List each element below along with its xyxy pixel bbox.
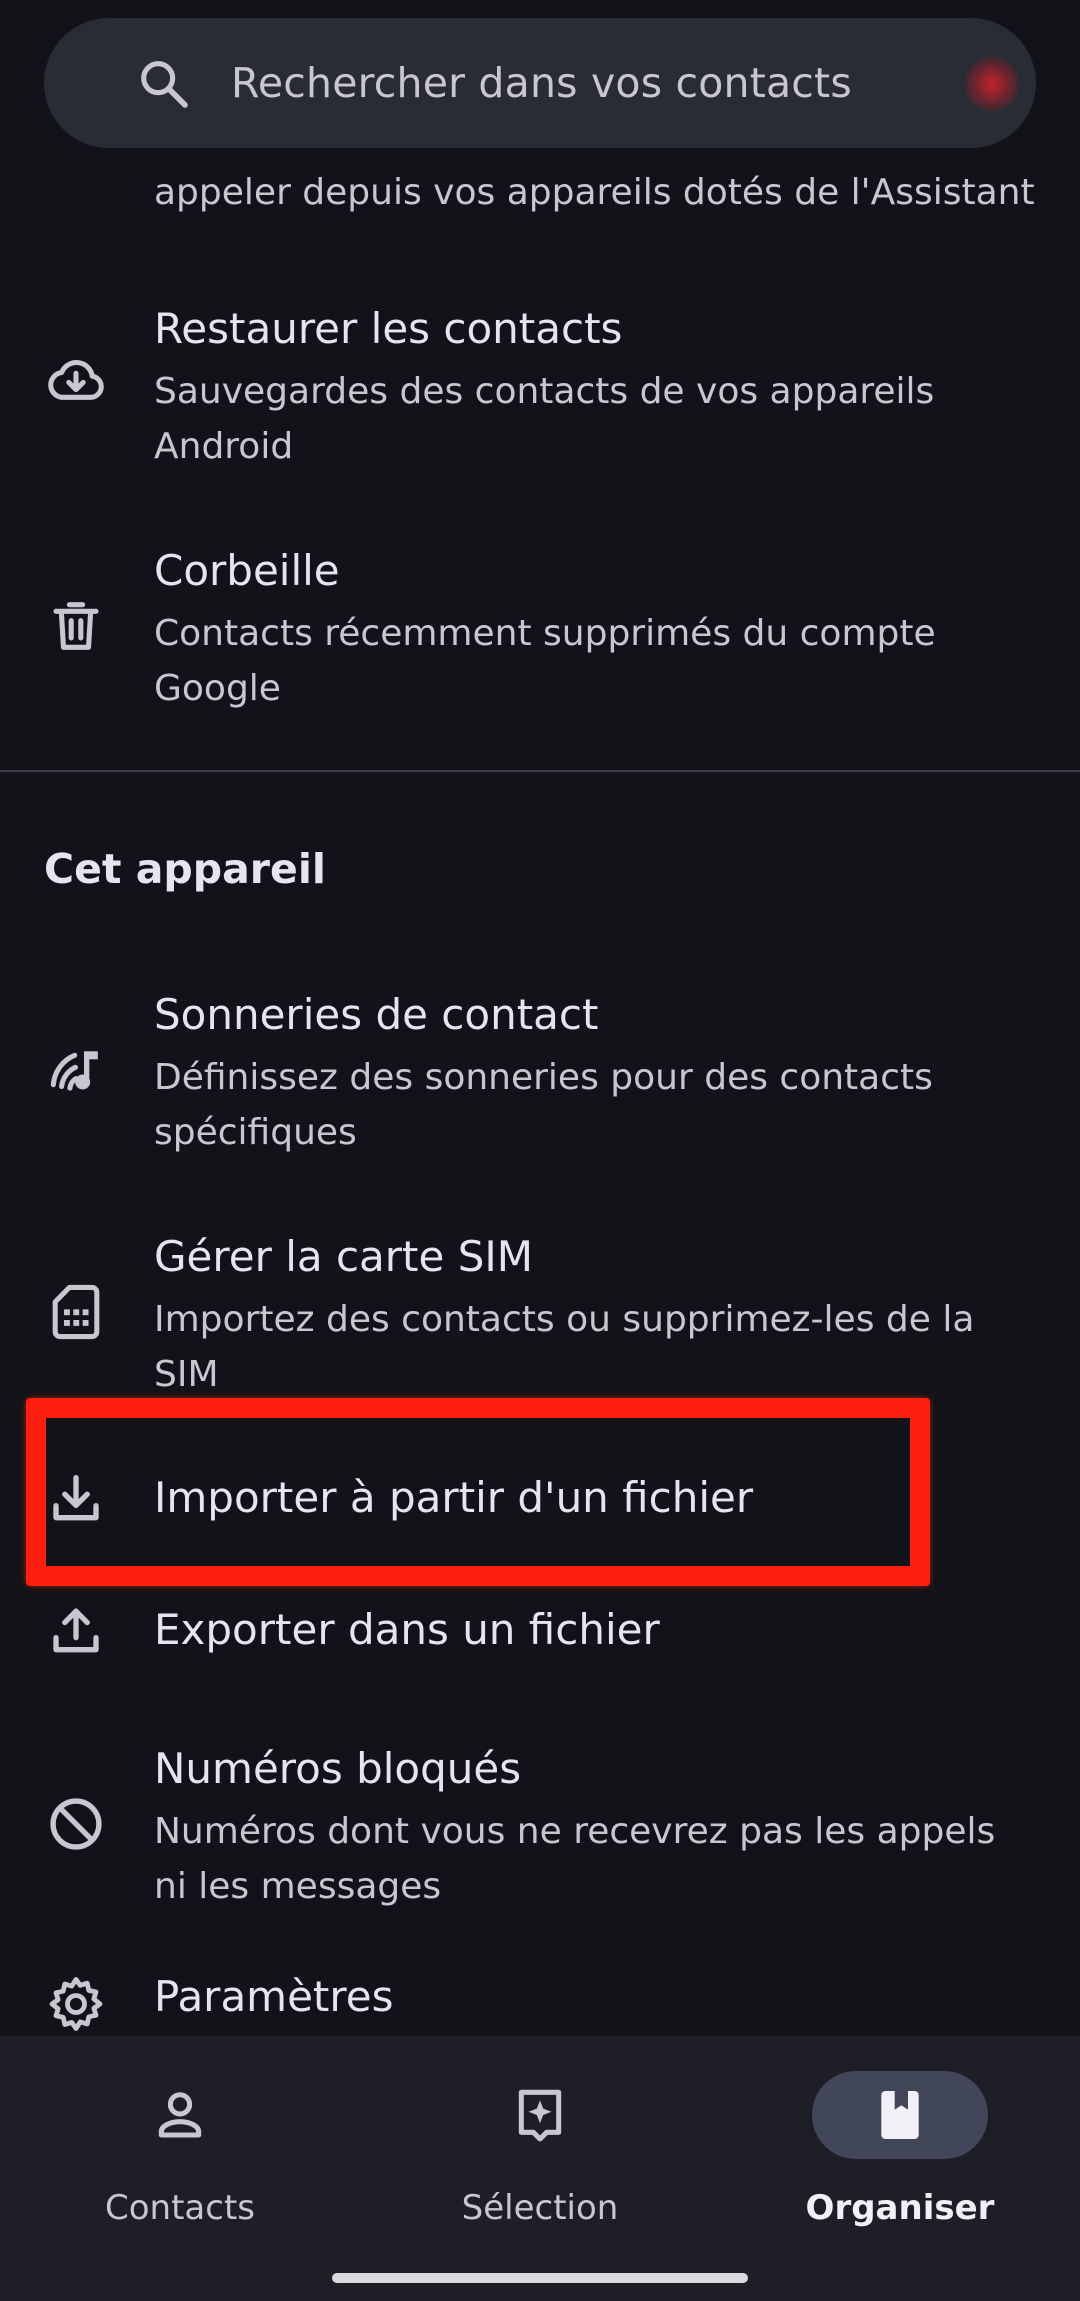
manage-sim-subtitle: Importez des contacts ou supprimez-les d… bbox=[154, 1299, 975, 1395]
nav-organise-label: Organiser bbox=[805, 2188, 995, 2228]
import-from-file-item[interactable]: Importer à partir d'un fichier bbox=[0, 1440, 1080, 1558]
cloud-download-icon bbox=[44, 348, 108, 412]
manage-sim-title: Gérer la carte SIM bbox=[154, 1232, 533, 1281]
blocked-numbers-item[interactable]: Numéros bloqués Numéros dont vous ne rec… bbox=[0, 1730, 1080, 1930]
gear-icon bbox=[44, 1972, 108, 2036]
import-from-file-title: Importer à partir d'un fichier bbox=[154, 1473, 754, 1522]
blocked-numbers-title: Numéros bloqués bbox=[154, 1744, 522, 1793]
restore-contacts-subtitle: Sauvegardes des contacts de vos appareil… bbox=[154, 371, 935, 467]
search-icon bbox=[136, 56, 192, 112]
assistant-item-subtitle[interactable]: appeler depuis vos appareils dotés de l'… bbox=[154, 172, 1035, 213]
section-divider bbox=[0, 770, 1080, 772]
nav-organise[interactable]: Organiser bbox=[720, 2036, 1080, 2236]
search-input[interactable]: Rechercher dans vos contacts bbox=[231, 18, 852, 148]
settings-title: Paramètres bbox=[154, 1972, 394, 2021]
restore-contacts-item[interactable]: Restaurer les contacts Sauvegardes des c… bbox=[0, 290, 1080, 490]
manage-sim-item[interactable]: Gérer la carte SIM Importez des contacts… bbox=[0, 1218, 1080, 1418]
section-title-device: Cet appareil bbox=[44, 845, 326, 893]
ringtone-icon bbox=[44, 1038, 108, 1102]
contact-ringtones-item[interactable]: Sonneries de contact Définissez des sonn… bbox=[0, 976, 1080, 1176]
nav-selection-label: Sélection bbox=[461, 2188, 619, 2228]
person-icon bbox=[148, 2083, 212, 2147]
trash-title: Corbeille bbox=[154, 546, 340, 595]
home-indicator[interactable] bbox=[332, 2273, 748, 2283]
organise-screen: Rechercher dans vos contacts appeler dep… bbox=[0, 0, 1080, 2301]
settings-item[interactable]: Paramètres bbox=[0, 1972, 1080, 2036]
contact-ringtones-subtitle: Définissez des sonneries pour des contac… bbox=[154, 1057, 933, 1153]
trash-icon bbox=[44, 594, 108, 658]
download-icon bbox=[44, 1467, 108, 1531]
export-to-file-item[interactable]: Exporter dans un fichier bbox=[0, 1572, 1080, 1690]
bottom-navigation: Contacts Sélection Organiser bbox=[0, 2036, 1080, 2301]
sparkle-bookmark-icon bbox=[508, 2083, 572, 2147]
upload-icon bbox=[44, 1599, 108, 1663]
export-to-file-title: Exporter dans un fichier bbox=[154, 1605, 660, 1654]
restore-contacts-title: Restaurer les contacts bbox=[154, 304, 623, 353]
account-avatar[interactable] bbox=[964, 56, 1020, 112]
nav-selection[interactable]: Sélection bbox=[360, 2036, 720, 2236]
nav-contacts-label: Contacts bbox=[105, 2188, 255, 2228]
trash-subtitle: Contacts récemment supprimés du compte G… bbox=[154, 613, 936, 709]
book-icon bbox=[868, 2083, 932, 2147]
contact-ringtones-title: Sonneries de contact bbox=[154, 990, 599, 1039]
sim-card-icon bbox=[44, 1280, 108, 1344]
blocked-numbers-subtitle: Numéros dont vous ne recevrez pas les ap… bbox=[154, 1811, 996, 1907]
nav-contacts[interactable]: Contacts bbox=[0, 2036, 360, 2236]
search-bar[interactable]: Rechercher dans vos contacts bbox=[44, 18, 1036, 148]
block-icon bbox=[44, 1792, 108, 1856]
trash-item[interactable]: Corbeille Contacts récemment supprimés d… bbox=[0, 532, 1080, 732]
